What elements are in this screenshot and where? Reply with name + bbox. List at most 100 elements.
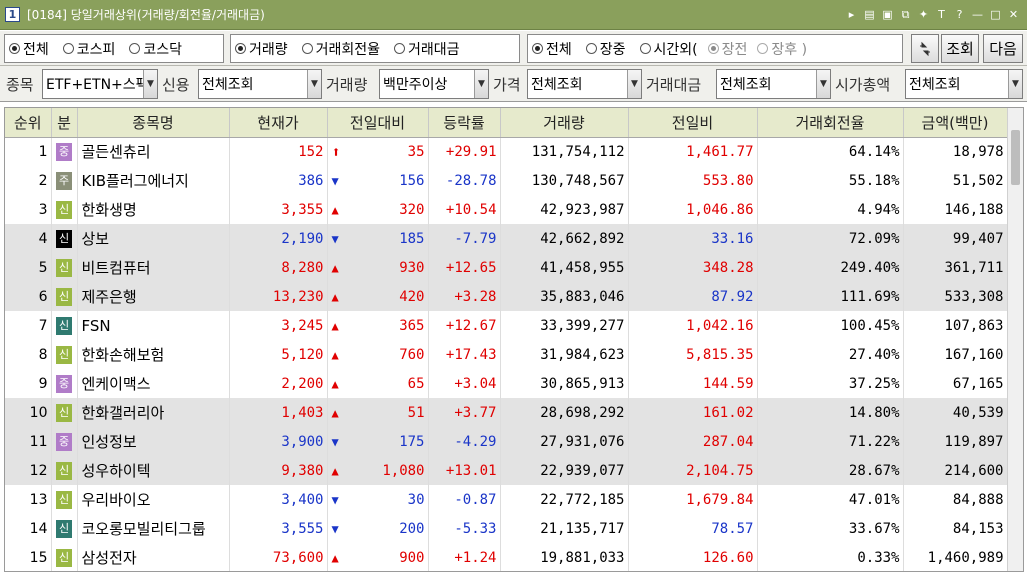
up-triangle-icon: ▲: [331, 202, 339, 217]
sort-radio-amount[interactable]: 거래대금: [394, 39, 460, 59]
stock-name-cell[interactable]: 비트컴퓨터: [77, 253, 230, 282]
stock-name-cell[interactable]: KIB플러그에너지: [77, 166, 230, 195]
window-number-badge[interactable]: 1: [5, 7, 20, 22]
prev-day-ratio-cell: 5,815.35: [628, 340, 758, 369]
change-value: 365: [399, 317, 425, 334]
layout-icon[interactable]: ▣: [880, 7, 895, 22]
session-radio-label: 전체: [546, 41, 572, 58]
volume-cell: 130,748,567: [500, 166, 629, 195]
column-header-price[interactable]: 현재가: [229, 108, 328, 138]
market-radio-kospi[interactable]: 코스피: [62, 39, 115, 59]
table-row[interactable]: 6 신 제주은행 13,230 ▲ 420 +3.28 35,883,046 87.92 111.…: [5, 282, 1008, 311]
chevron-down-icon[interactable]: ▼: [474, 70, 488, 98]
column-header-prev-ratio[interactable]: 전일비: [628, 108, 758, 138]
table-row[interactable]: 9 중 엔케이맥스 2,200 ▲ 65 +3.04 30,865,913 144.59 37.2…: [5, 369, 1008, 398]
stock-name-cell[interactable]: 엔케이맥스: [77, 369, 230, 398]
table-row[interactable]: 2 주 KIB플러그에너지 386 ▼ 156 -28.78 130,748,567 553.8…: [5, 166, 1008, 195]
stock-name-cell[interactable]: 한화손해보험: [77, 340, 230, 369]
vertical-scrollbar[interactable]: [1007, 108, 1023, 571]
market-radio-all[interactable]: 전체: [9, 39, 49, 59]
table-row[interactable]: 13 신 우리바이오 3,400 ▼ 30 -0.87 22,772,185 1,679.84 4…: [5, 485, 1008, 514]
sort-radio-volume[interactable]: 거래량: [235, 39, 288, 59]
credit-select[interactable]: 전체조회 ▼: [198, 69, 322, 99]
column-header-change[interactable]: 전일대비: [327, 108, 429, 138]
table-row[interactable]: 5 신 비트컴퓨터 8,280 ▲ 930 +12.65 41,458,955 348.28 24…: [5, 253, 1008, 282]
volume-select[interactable]: 백만주이상 ▼: [379, 69, 489, 99]
maximize-icon[interactable]: □: [988, 7, 1003, 22]
stock-name-cell[interactable]: FSN: [77, 311, 230, 340]
inquiry-button[interactable]: 조회: [941, 34, 979, 63]
amount-cell: 167,160: [903, 340, 1008, 369]
help-icon[interactable]: ?: [952, 7, 967, 22]
column-header-turnover[interactable]: 거래회전율: [757, 108, 904, 138]
sort-radio-turnover[interactable]: 거래회전율: [301, 39, 380, 59]
font-size-icon[interactable]: T: [934, 7, 949, 22]
session-radio-regular[interactable]: 장중: [585, 39, 626, 59]
column-header-amount[interactable]: 금액(백만): [903, 108, 1008, 138]
stock-name-cell[interactable]: 골든센츄리: [77, 137, 230, 166]
rank-cell: 14: [5, 514, 52, 543]
chevron-down-icon[interactable]: ▼: [816, 70, 830, 98]
stock-name-cell[interactable]: 제주은행: [77, 282, 230, 311]
change-cell: ▼ 200: [327, 514, 429, 543]
pin-icon[interactable]: ✦: [916, 7, 931, 22]
minimize-icon[interactable]: —: [970, 7, 985, 22]
price-select[interactable]: 전체조회 ▼: [527, 69, 642, 99]
column-header-name[interactable]: 종목명: [77, 108, 230, 138]
column-header-badge[interactable]: 분: [51, 108, 78, 138]
table-row[interactable]: 10 신 한화갤러리아 1,403 ▲ 51 +3.77 28,698,292 161.02 14…: [5, 398, 1008, 427]
market-type-badge: 신: [56, 258, 72, 277]
table-row[interactable]: 4 신 상보 2,190 ▼ 185 -7.79 42,662,892 33.16 72.09% 9…: [5, 224, 1008, 253]
stock-name-cell[interactable]: 삼성전자: [77, 543, 230, 571]
title-bar: 1 [0184] 당일거래상위(거래량/회전율/거래대금) ▸ ▤ ▣ ⧉ ✦ …: [0, 0, 1027, 30]
rank-cell: 5: [5, 253, 52, 282]
change-cell: ▲ 320: [327, 195, 429, 224]
chevron-down-icon[interactable]: ▼: [1008, 70, 1022, 98]
table-row[interactable]: 8 신 한화손해보험 5,120 ▲ 760 +17.43 31,984,623 5,815.3…: [5, 340, 1008, 369]
current-price-cell: 2,190: [229, 224, 328, 253]
change-rate-cell: -5.33: [428, 514, 501, 543]
market-cap-select[interactable]: 전체조회 ▼: [905, 69, 1023, 99]
item-type-select[interactable]: ETF+ETN+스팩 ▼: [42, 69, 158, 99]
stock-name-cell[interactable]: 성우하이텍: [77, 456, 230, 485]
session-radio-post-market[interactable]: 장후 ): [757, 39, 807, 59]
stock-name-cell[interactable]: 상보: [77, 224, 230, 253]
chevron-down-icon[interactable]: ▼: [307, 70, 321, 98]
column-header-rank[interactable]: 순위: [5, 108, 52, 138]
turnover-cell: 0.33%: [757, 543, 904, 571]
change-value: 185: [399, 230, 425, 247]
table-row[interactable]: 14 신 코오롱모빌리티그룹 3,555 ▼ 200 -5.33 21,135,717 78.5…: [5, 514, 1008, 543]
table-row[interactable]: 11 중 인성정보 3,900 ▼ 175 -4.29 27,931,076 287.04 71.…: [5, 427, 1008, 456]
table-row[interactable]: 12 신 성우하이텍 9,380 ▲ 1,080 +13.01 22,939,077 2,104…: [5, 456, 1008, 485]
column-header-rate[interactable]: 등락률: [428, 108, 501, 138]
market-type-cell: 신: [51, 224, 78, 253]
copy-window-icon[interactable]: ⧉: [898, 7, 913, 22]
table-row[interactable]: 3 신 한화생명 3,355 ▲ 320 +10.54 42,923,987 1,046.86 4…: [5, 195, 1008, 224]
next-button[interactable]: 다음: [983, 34, 1023, 63]
chevron-down-icon[interactable]: ▼: [143, 70, 157, 98]
scrollbar-thumb[interactable]: [1011, 130, 1020, 185]
radio-dot-icon: [585, 43, 597, 54]
table-row[interactable]: 15 신 삼성전자 73,600 ▲ 900 +1.24 19,881,033 126.60 0.…: [5, 543, 1008, 571]
stock-name-cell[interactable]: 코오롱모빌리티그룹: [77, 514, 230, 543]
market-radio-kosdaq[interactable]: 코스닥: [129, 39, 182, 59]
table-row[interactable]: 1 중 골든센츄리 152 ⬆ 35 +29.91 131,754,112 1,461.77 64…: [5, 137, 1008, 166]
stock-name-cell[interactable]: 우리바이오: [77, 485, 230, 514]
chevron-down-icon[interactable]: ▼: [627, 70, 641, 98]
stock-name-cell[interactable]: 인성정보: [77, 427, 230, 456]
market-type-badge: 신: [56, 345, 72, 364]
screen-icon[interactable]: ▤: [862, 7, 877, 22]
stock-name-cell[interactable]: 한화갤러리아: [77, 398, 230, 427]
session-radio-all[interactable]: 전체: [532, 39, 572, 59]
swap-button[interactable]: [911, 34, 939, 63]
session-radio-pre-market[interactable]: 장전: [707, 39, 747, 59]
stock-name-cell[interactable]: 한화생명: [77, 195, 230, 224]
amount-select[interactable]: 전체조회 ▼: [716, 69, 831, 99]
session-radio-after-hours[interactable]: 시간외(: [639, 39, 698, 59]
close-icon[interactable]: ✕: [1006, 7, 1021, 22]
down-triangle-icon: ▼: [331, 492, 339, 507]
column-header-volume[interactable]: 거래량: [500, 108, 629, 138]
link-arrow-icon[interactable]: ▸: [844, 7, 859, 22]
table-row[interactable]: 7 신 FSN 3,245 ▲ 365 +12.67 33,399,277 1,042.16 10…: [5, 311, 1008, 340]
prev-day-ratio-cell: 287.04: [628, 427, 758, 456]
